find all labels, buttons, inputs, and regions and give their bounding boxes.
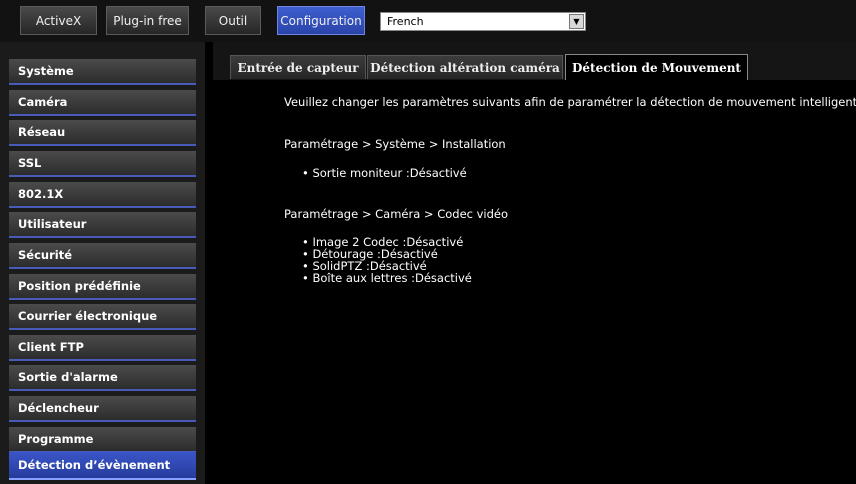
sidebar-item-client-ftp[interactable]: Client FTP [9,335,196,361]
plugin-free-button[interactable]: Plug-in free [106,6,189,35]
tab-bar: Entrée de capteur Détection altération c… [213,42,856,80]
main-content: Veuillez changer les paramètres suivants… [213,80,856,484]
list-item-text: Boîte aux lettres :Désactivé [312,271,472,285]
tab-detection-alteration-camera[interactable]: Détection altération caméra [367,55,563,79]
sidebar-item-camera[interactable]: Caméra [9,90,196,116]
tab-detection-mouvement[interactable]: Détection de Mouvement [565,54,748,80]
sidebar-item-position-predefinie[interactable]: Position prédéfinie [9,274,196,300]
sidebar-item-courrier-electronique[interactable]: Courrier électronique [9,304,196,330]
intro-text: Veuillez changer les paramètres suivants… [284,95,856,109]
sidebar-item-securite[interactable]: Sécurité [9,243,196,269]
outil-button[interactable]: Outil [205,6,261,35]
sidebar-item-ssl[interactable]: SSL [9,151,196,177]
chevron-down-icon[interactable]: ▼ [569,14,584,29]
language-select[interactable]: French ▼ [380,12,586,31]
sidebar-item-programme[interactable]: Programme [9,427,196,453]
sidebar-item-8021x[interactable]: 802.1X [9,182,196,208]
top-navigation: ActiveX Plug-in free Outil Configuration… [0,0,856,42]
settings-path-camera: Paramétrage > Caméra > Codec vidéo [284,207,509,221]
sidebar-item-systeme[interactable]: Système [9,59,196,85]
language-select-value: French [387,15,424,28]
list-item: • Sortie moniteur :Désactivé [302,166,467,180]
sidebar-item-detection-evenement[interactable]: Détection d’évènement [9,452,196,480]
list-item: • Boîte aux lettres :Désactivé [302,271,472,285]
sidebar-item-declencheur[interactable]: Déclencheur [9,396,196,422]
configuration-button[interactable]: Configuration [277,6,365,35]
list-item-text: Sortie moniteur :Désactivé [312,166,467,180]
activex-button[interactable]: ActiveX [20,6,97,35]
sidebar: Système Caméra Réseau SSL 802.1X Utilisa… [0,42,205,484]
sidebar-item-reseau[interactable]: Réseau [9,120,196,146]
settings-path-systeme: Paramétrage > Système > Installation [284,137,506,151]
sidebar-item-sortie-alarme[interactable]: Sortie d'alarme [9,365,196,391]
sidebar-item-utilisateur[interactable]: Utilisateur [9,212,196,238]
tab-entree-capteur[interactable]: Entrée de capteur [230,55,366,79]
